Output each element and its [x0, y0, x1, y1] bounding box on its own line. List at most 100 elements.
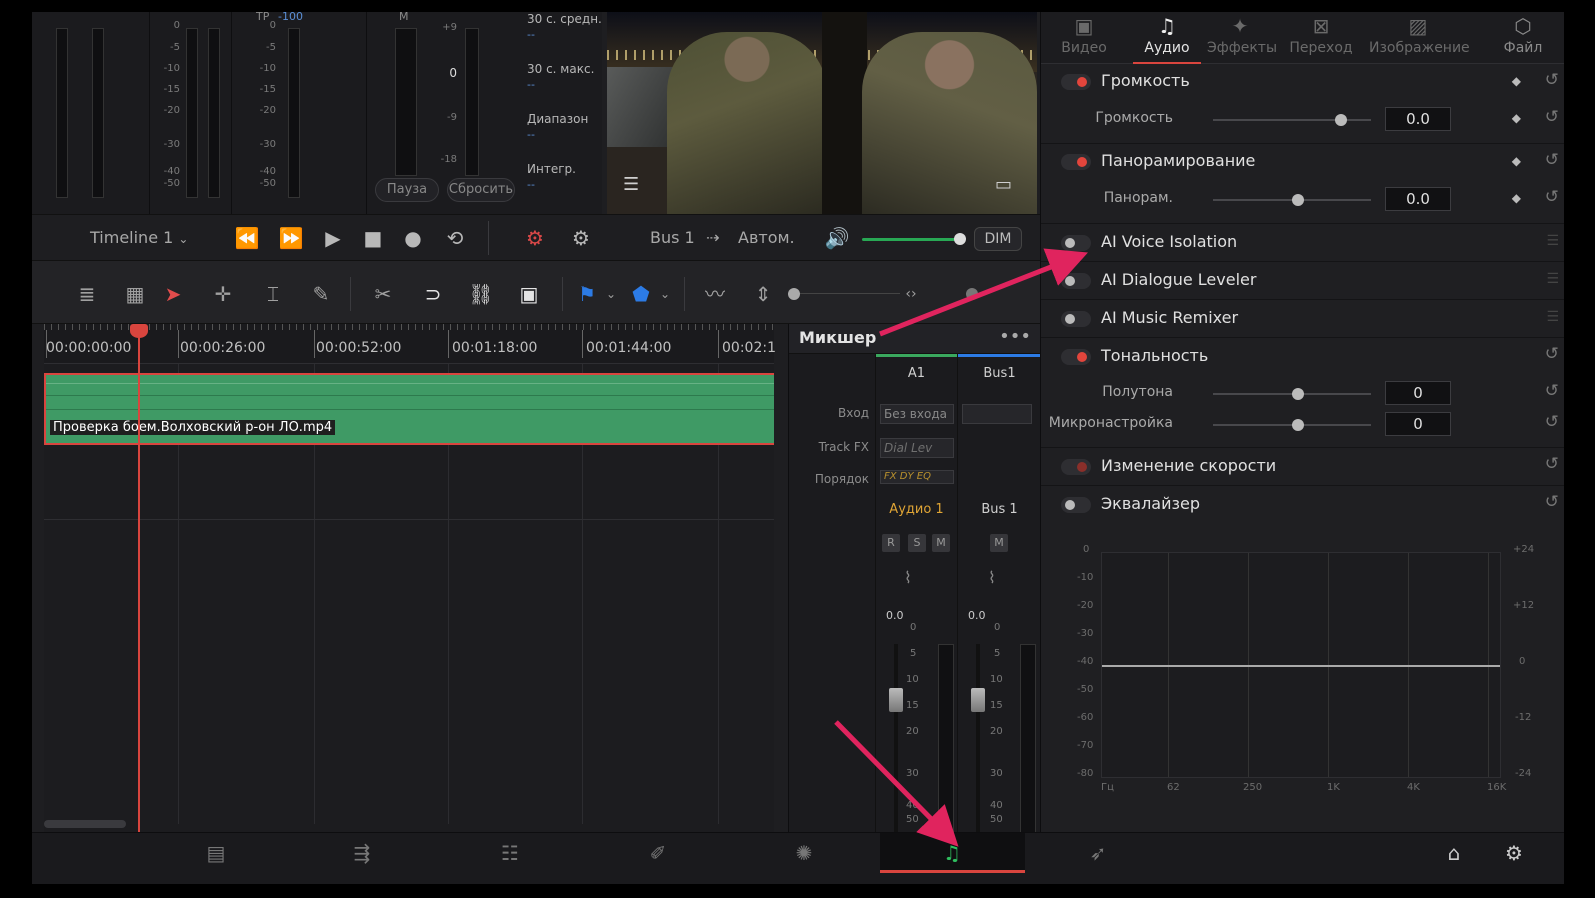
input-selector[interactable]: Без входа [880, 404, 954, 424]
reset-icon[interactable]: ↺ [1545, 412, 1559, 432]
slider-knob[interactable] [1335, 114, 1347, 126]
eq-toggle[interactable] [1061, 497, 1091, 513]
zoom-slider-track[interactable] [800, 293, 900, 294]
automation-settings-icon[interactable]: ⚙ [566, 215, 596, 261]
dialogue-leveler-toggle[interactable] [1061, 273, 1091, 289]
fader-track[interactable] [894, 644, 898, 844]
cents-value-field[interactable]: 0 [1385, 412, 1451, 436]
pause-button[interactable]: Пауза [375, 178, 439, 202]
monitor-volume-knob[interactable] [954, 233, 966, 245]
pan-slider[interactable] [1213, 194, 1371, 206]
zoom-fit-icon[interactable]: ‹› [896, 279, 926, 309]
settings-gear-icon[interactable]: ⚙ [1484, 833, 1544, 873]
grid-view-icon[interactable]: ▦ [120, 279, 150, 309]
slider-knob[interactable] [1292, 419, 1304, 431]
zoom-slider-knob[interactable] [788, 288, 800, 300]
fast-forward-icon[interactable]: ⏩ [276, 215, 306, 261]
speed-toggle[interactable] [1061, 459, 1091, 475]
slider-knob[interactable] [1292, 388, 1304, 400]
eq-graph[interactable] [1101, 552, 1501, 778]
tab-transition[interactable]: ⊠ Переход [1289, 12, 1353, 64]
record-icon[interactable]: ● [398, 215, 428, 261]
dim-button[interactable]: DIM [974, 227, 1022, 251]
music-remixer-toggle[interactable] [1061, 311, 1091, 327]
link-icon[interactable]: ⛓ [466, 279, 496, 309]
speaker-icon[interactable]: 🔊 [822, 215, 852, 261]
eq-curve[interactable] [1102, 665, 1500, 667]
monitor-volume-slider[interactable] [862, 238, 958, 241]
tab-effects[interactable]: ✦ Эффекты [1207, 12, 1277, 64]
drag-handle-icon[interactable]: ☰ [1546, 233, 1559, 249]
fairlight-page-icon[interactable]: ♫ [922, 833, 982, 873]
reset-icon[interactable]: ↺ [1545, 381, 1559, 401]
cents-slider[interactable] [1213, 419, 1371, 431]
eq-curve-icon[interactable]: ⌇ [988, 568, 996, 587]
playhead-line[interactable] [138, 324, 140, 832]
deliver-page-icon[interactable]: ➶ [1068, 833, 1128, 873]
fader-track[interactable] [976, 644, 980, 844]
fusion-page-icon[interactable]: ✐ [628, 833, 688, 873]
reset-icon[interactable]: ↺ [1545, 187, 1559, 207]
tab-audio[interactable]: ♫ Аудио [1133, 12, 1201, 64]
pitch-toggle[interactable] [1061, 349, 1091, 365]
record-arm-button[interactable]: R [882, 534, 900, 552]
video-viewer[interactable]: ☰ ▭ [607, 12, 1037, 214]
waveform-view-icon[interactable]: ▣ [514, 279, 544, 309]
more-options-icon[interactable]: ••• [999, 326, 1031, 347]
range-tool-icon[interactable]: ✛ [208, 279, 238, 309]
selection-tool-icon[interactable]: ➤ [158, 279, 188, 309]
reset-icon[interactable]: ↺ [1545, 454, 1559, 474]
chevron-down-icon[interactable]: ⌄ [650, 279, 680, 309]
voice-isolation-toggle[interactable] [1061, 235, 1091, 251]
slider-knob[interactable] [1292, 194, 1304, 206]
rewind-icon[interactable]: ⏪ [232, 215, 262, 261]
loop-icon[interactable]: ⟲ [440, 215, 470, 261]
tab-image[interactable]: ▨ Изображение [1369, 12, 1470, 64]
reset-icon[interactable]: ↺ [1545, 344, 1559, 364]
keyframe-icon[interactable]: ◆ [1512, 74, 1521, 88]
stop-icon[interactable]: ■ [358, 215, 388, 261]
viewer-settings-icon[interactable]: ☰ [623, 174, 639, 195]
mute-button[interactable]: M [932, 534, 950, 552]
mute-button[interactable]: M [990, 534, 1008, 552]
solo-button[interactable]: S [908, 534, 926, 552]
media-page-icon[interactable]: ▤ [186, 833, 246, 873]
reset-icon[interactable]: ↺ [1545, 107, 1559, 127]
timeline-selector[interactable]: Timeline 1 ⌄ [90, 215, 188, 261]
semitones-slider[interactable] [1213, 388, 1371, 400]
output-bus-label[interactable]: Bus 1 [650, 215, 695, 261]
track-fx-slot[interactable]: Dial Lev [880, 438, 954, 458]
reset-icon[interactable]: ↺ [1545, 492, 1559, 512]
fader-knob[interactable] [889, 688, 903, 712]
keyframe-icon[interactable]: ◆ [1512, 111, 1521, 125]
volume-toggle[interactable] [1061, 74, 1091, 90]
pan-value-field[interactable]: 0.0 [1385, 187, 1451, 211]
zoom-slider-knob-2[interactable] [966, 288, 978, 300]
home-icon[interactable]: ⌂ [1424, 833, 1484, 873]
keyframe-icon[interactable]: ◆ [1512, 191, 1521, 205]
pan-toggle[interactable] [1061, 154, 1091, 170]
trim-tool-icon[interactable]: ⌶ [258, 279, 288, 309]
cut-page-icon[interactable]: ⇶ [332, 833, 392, 873]
track-options-icon[interactable]: ≣ [72, 279, 102, 309]
color-page-icon[interactable]: ✺ [774, 833, 834, 873]
audio-waveform-icon[interactable]: 〰 [700, 279, 730, 309]
fader-knob[interactable] [971, 688, 985, 712]
reset-icon[interactable]: ↺ [1545, 150, 1559, 170]
eq-curve-icon[interactable]: ⌇ [904, 568, 912, 587]
tab-file[interactable]: ⬡ Файл [1493, 12, 1553, 64]
volume-value-field[interactable]: 0.0 [1385, 107, 1451, 131]
drag-handle-icon[interactable]: ☰ [1546, 271, 1559, 287]
audio-clip[interactable]: Проверка боем.Волховский р-он ЛО.mp4 [44, 373, 774, 445]
timeline-scrollbar[interactable] [44, 820, 126, 828]
automation-mode-label[interactable]: Автом. [738, 215, 795, 261]
semitones-value-field[interactable]: 0 [1385, 381, 1451, 405]
playhead-handle[interactable] [130, 324, 148, 338]
razor-icon[interactable]: ✂ [368, 279, 398, 309]
viewer-pip-icon[interactable]: ▭ [995, 174, 1012, 195]
keyframe-icon[interactable]: ◆ [1512, 154, 1521, 168]
order-slot[interactable]: FX DY EQ [880, 470, 954, 484]
reset-button[interactable]: Сбросить [447, 178, 515, 202]
play-icon[interactable]: ▶ [318, 215, 348, 261]
snapping-icon[interactable]: ⊃ [418, 279, 448, 309]
